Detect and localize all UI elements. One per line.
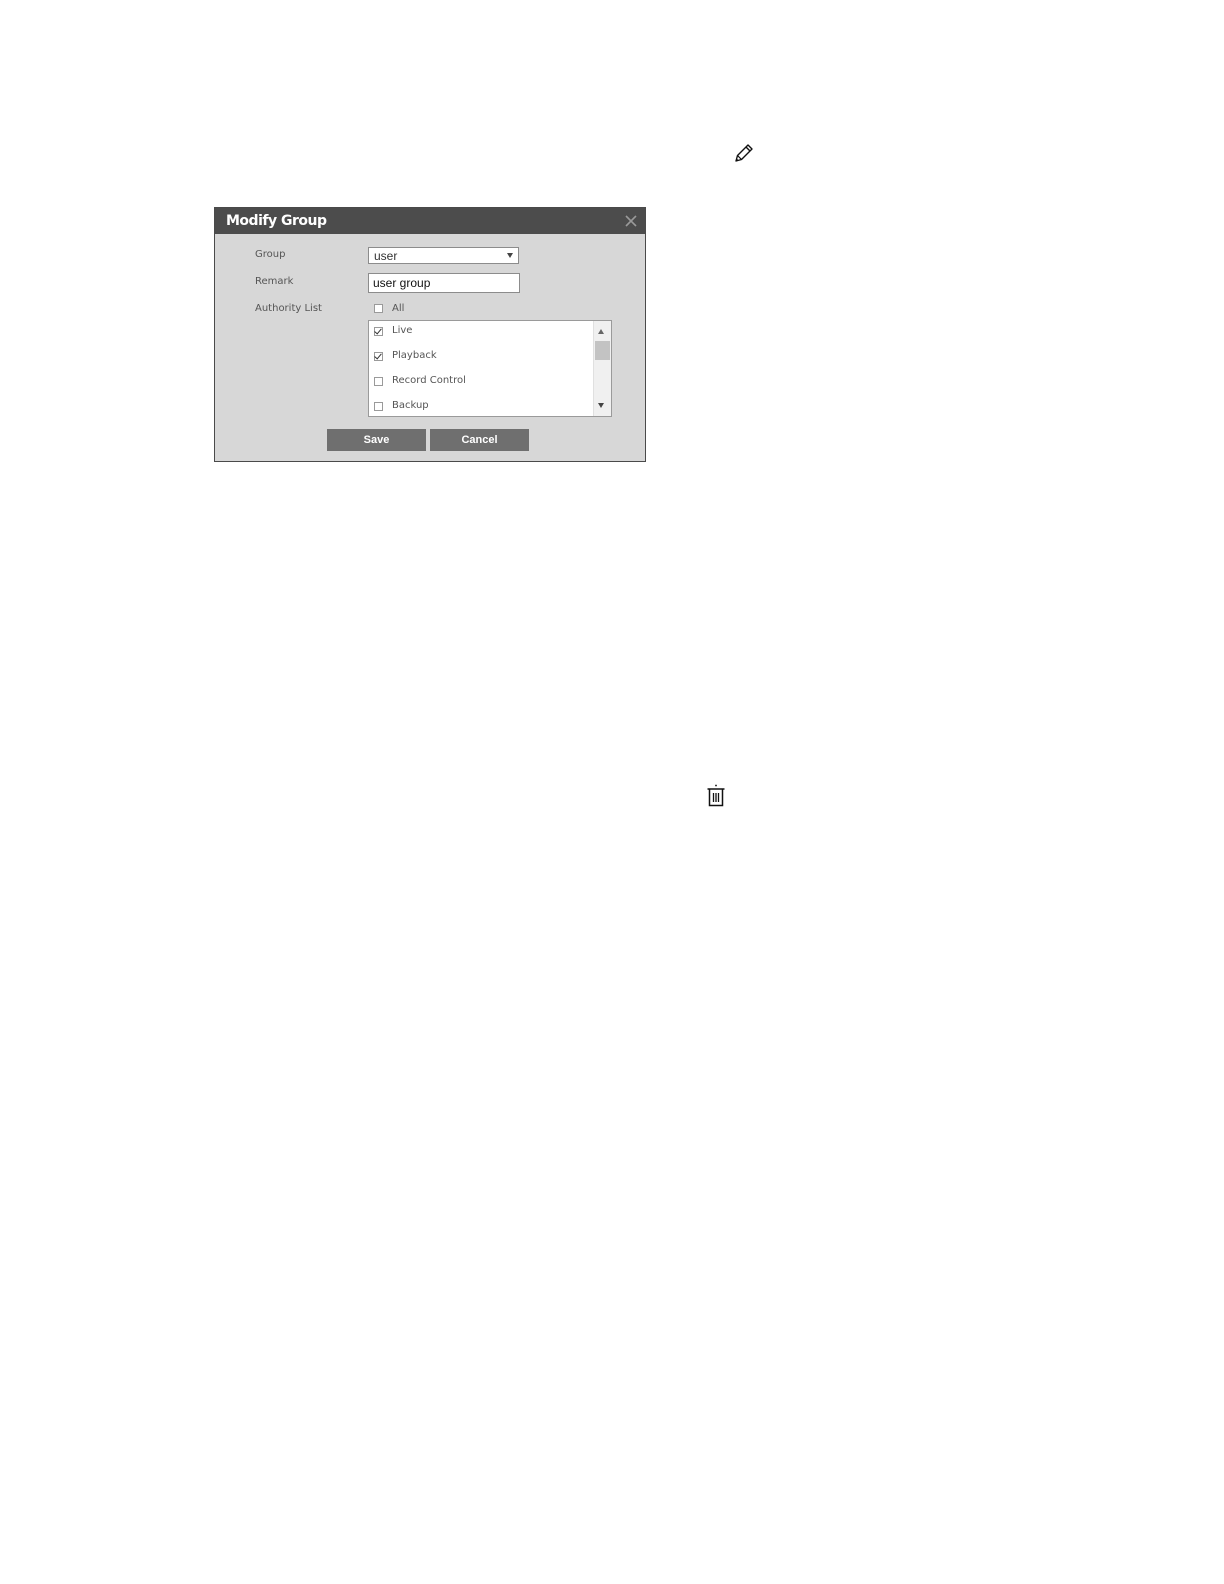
scroll-up-arrow-icon[interactable]	[598, 329, 604, 334]
authority-label-playback: Playback	[392, 350, 437, 361]
authority-label-live: Live	[392, 325, 413, 336]
close-icon[interactable]	[624, 214, 638, 228]
remark-label: Remark	[255, 276, 294, 287]
scroll-thumb[interactable]	[595, 341, 610, 360]
trash-icon[interactable]	[705, 784, 727, 808]
cancel-button[interactable]: Cancel	[430, 429, 529, 451]
all-checkbox-label: All	[392, 303, 405, 314]
group-select-value: user	[374, 249, 398, 263]
authority-checkbox-backup[interactable]	[374, 402, 383, 411]
authority-list-label: Authority List	[255, 303, 322, 314]
dialog-title: Modify Group	[226, 213, 327, 229]
authority-label-record-control: Record Control	[392, 375, 466, 386]
authority-list-scrollbar[interactable]	[593, 321, 611, 416]
authority-checkbox-playback[interactable]	[374, 352, 383, 361]
modify-group-dialog: Modify Group Group user Remark Authority…	[214, 207, 646, 462]
save-button[interactable]: Save	[327, 429, 426, 451]
list-item[interactable]: Record Control	[369, 371, 591, 396]
pencil-icon[interactable]	[732, 141, 756, 165]
chevron-down-icon	[507, 253, 513, 258]
authority-label-backup: Backup	[392, 400, 429, 411]
authority-list[interactable]: Live Playback Record Control Backup	[368, 320, 612, 417]
authority-checkbox-record-control[interactable]	[374, 377, 383, 386]
all-checkbox[interactable]	[374, 304, 383, 313]
list-item[interactable]: Playback	[369, 346, 591, 371]
dialog-header: Modify Group	[215, 208, 645, 234]
scroll-down-arrow-icon[interactable]	[598, 403, 604, 408]
group-select[interactable]: user	[368, 247, 519, 264]
authority-checkbox-live[interactable]	[374, 327, 383, 336]
remark-input[interactable]	[368, 273, 520, 293]
list-item[interactable]: Live	[369, 321, 591, 346]
list-item[interactable]: Backup	[369, 396, 591, 416]
group-label: Group	[255, 249, 286, 260]
